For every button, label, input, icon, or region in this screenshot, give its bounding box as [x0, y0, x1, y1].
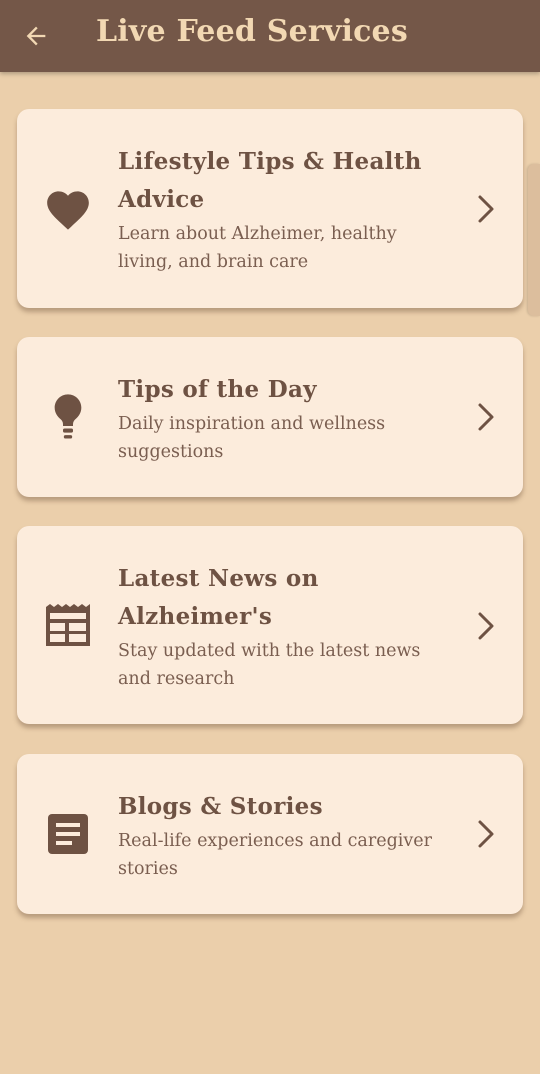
card-title: Latest News on Alzheimer's	[118, 565, 319, 630]
card-text: Latest News on Alzheimer's Stay updated …	[118, 560, 448, 693]
card-latest-news[interactable]: Latest News on Alzheimer's Stay updated …	[17, 526, 523, 724]
card-subtitle: Real-life experiences and caregiver stor…	[118, 831, 432, 879]
chevron-right-icon	[473, 610, 499, 642]
app-bar: Live Feed Services	[0, 0, 540, 72]
heart-icon	[43, 183, 93, 233]
card-blogs-stories[interactable]: Blogs & Stories Real-life experiences an…	[17, 754, 523, 914]
back-arrow-icon	[26, 26, 46, 46]
card-tips-of-the-day[interactable]: Tips of the Day Daily inspiration and we…	[17, 337, 523, 497]
newspaper-icon	[43, 600, 93, 650]
scrollbar-thumb[interactable]	[528, 164, 540, 316]
card-title: Tips of the Day	[118, 376, 317, 403]
article-icon	[43, 809, 93, 859]
card-text: Lifestyle Tips & Health Advice Learn abo…	[118, 143, 448, 276]
page-title: Live Feed Services	[96, 14, 408, 49]
chevron-right-icon	[473, 818, 499, 850]
back-button[interactable]	[18, 18, 54, 54]
card-text: Tips of the Day Daily inspiration and we…	[118, 371, 448, 466]
card-text: Blogs & Stories Real-life experiences an…	[118, 788, 448, 883]
card-subtitle: Learn about Alzheimer, healthy living, a…	[118, 224, 397, 272]
card-title: Lifestyle Tips & Health Advice	[118, 148, 422, 213]
chevron-right-icon	[473, 193, 499, 225]
chevron-right-icon	[473, 401, 499, 433]
card-lifestyle-tips[interactable]: Lifestyle Tips & Health Advice Learn abo…	[17, 109, 523, 308]
card-subtitle: Stay updated with the latest news and re…	[118, 641, 421, 689]
card-title: Blogs & Stories	[118, 793, 323, 820]
lightbulb-icon	[43, 391, 93, 441]
card-subtitle: Daily inspiration and wellness suggestio…	[118, 414, 386, 462]
